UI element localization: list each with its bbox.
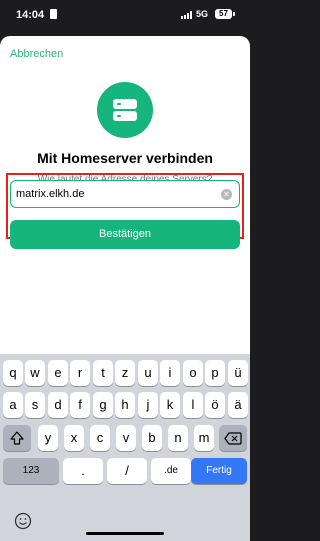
key-q[interactable]: q <box>3 360 23 386</box>
key-p[interactable]: p <box>205 360 225 386</box>
key-g[interactable]: g <box>93 392 113 418</box>
server-address-field[interactable]: ✕ <box>10 180 240 208</box>
status-time: 14:04 <box>16 9 45 21</box>
emoji-icon[interactable] <box>14 512 32 530</box>
key-b[interactable]: b <box>142 425 162 451</box>
backspace-icon <box>224 432 242 445</box>
signal-icon <box>181 11 192 19</box>
key-d[interactable]: d <box>48 392 68 418</box>
key-r[interactable]: r <box>70 360 90 386</box>
key-c[interactable]: c <box>90 425 110 451</box>
numbers-key[interactable]: 123 <box>3 458 59 484</box>
key-e[interactable]: e <box>48 360 68 386</box>
key-m[interactable]: m <box>194 425 214 451</box>
network-type: 5G <box>196 9 209 19</box>
server-icon <box>113 99 137 121</box>
key-j[interactable]: j <box>138 392 158 418</box>
key-a[interactable]: a <box>3 392 23 418</box>
key-ue[interactable]: ü <box>228 360 248 386</box>
key-ae[interactable]: ä <box>228 392 248 418</box>
keyboard-row-4: 123 . / .de Fertig <box>0 458 250 484</box>
backspace-key[interactable] <box>219 425 247 451</box>
confirm-button[interactable]: Bestätigen <box>10 220 240 249</box>
key-t[interactable]: t <box>93 360 113 386</box>
key-h[interactable]: h <box>115 392 135 418</box>
shift-key[interactable] <box>3 425 31 451</box>
keyboard-row-1: q w e r t z u i o p ü <box>0 360 250 386</box>
battery-icon: 57 <box>215 9 235 19</box>
keyboard-row-3: y x c v b n m <box>0 425 250 451</box>
page-title: Mit Homeserver verbinden <box>37 150 213 166</box>
key-y[interactable]: y <box>38 425 58 451</box>
keyboard: q w e r t z u i o p ü a s d f g h j k l … <box>0 354 250 541</box>
dot-key[interactable]: . <box>63 458 103 484</box>
home-indicator <box>86 532 164 535</box>
shift-icon <box>10 431 24 445</box>
slash-key[interactable]: / <box>107 458 147 484</box>
key-z[interactable]: z <box>115 360 135 386</box>
keyboard-row-2: a s d f g h j k l ö ä <box>0 392 250 418</box>
key-n[interactable]: n <box>168 425 188 451</box>
status-bar: 14:04 5G 57 <box>0 0 250 30</box>
key-w[interactable]: w <box>25 360 45 386</box>
server-address-input[interactable] <box>16 186 211 202</box>
key-i[interactable]: i <box>160 360 180 386</box>
key-x[interactable]: x <box>64 425 84 451</box>
cancel-button[interactable]: Abbrechen <box>10 48 63 60</box>
clear-icon[interactable]: ✕ <box>221 189 232 200</box>
key-oe[interactable]: ö <box>205 392 225 418</box>
key-s[interactable]: s <box>25 392 45 418</box>
done-key[interactable]: Fertig <box>191 458 247 484</box>
key-k[interactable]: k <box>160 392 180 418</box>
document-icon <box>50 9 57 19</box>
key-l[interactable]: l <box>183 392 203 418</box>
key-u[interactable]: u <box>138 360 158 386</box>
key-o[interactable]: o <box>183 360 203 386</box>
key-v[interactable]: v <box>116 425 136 451</box>
tld-key[interactable]: .de <box>151 458 191 484</box>
server-badge <box>97 82 153 138</box>
key-f[interactable]: f <box>70 392 90 418</box>
